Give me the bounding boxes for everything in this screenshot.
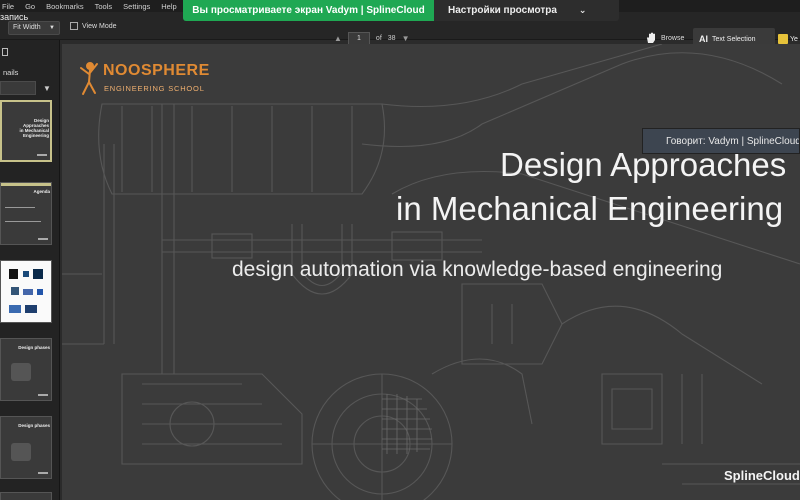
thumbnail-logo <box>37 154 47 156</box>
hand-icon <box>647 32 655 43</box>
thumbnail-image <box>9 305 21 313</box>
view-mode-button[interactable]: View Mode <box>70 22 117 30</box>
thumbnail-page-1[interactable]: Design Approaches in Mechanical Engineer… <box>0 100 52 162</box>
thumbnail-top-bar <box>1 183 51 186</box>
thumbnail-search-input[interactable] <box>0 81 36 95</box>
thumbnail-image <box>25 305 37 313</box>
thumbnail-page-6[interactable] <box>0 492 52 500</box>
zoom-select-value: Fit Width <box>13 24 41 31</box>
thumbnail-image <box>23 289 33 295</box>
thumbnail-image <box>33 269 43 279</box>
app-window: File Go Bookmarks Tools Settings Help Fi… <box>0 0 800 500</box>
menu-file[interactable]: File <box>2 2 14 11</box>
page-total: 38 <box>387 35 396 42</box>
menu-settings[interactable]: Settings <box>123 2 150 11</box>
previous-page-icon[interactable]: ▲ <box>334 34 342 43</box>
thumbnail-line <box>5 221 41 222</box>
thumbnail-title: Design phases <box>18 423 50 428</box>
screen-share-banner: Вы просматриваете экран Vadym | SplineCl… <box>183 0 619 21</box>
highlighter-icon <box>778 34 788 44</box>
highlight-tool-label: Ye <box>790 35 798 43</box>
browse-label: Browse <box>661 34 685 42</box>
viewing-screen-label: Вы просматриваете экран Vadym | SplineCl… <box>183 0 434 21</box>
next-page-icon[interactable]: ▼ <box>402 34 410 43</box>
slide-subtitle: design automation via knowledge-based en… <box>232 258 723 281</box>
thumbnail-title: Design Approaches <box>22 118 49 128</box>
sidebar-title: nails <box>3 68 19 77</box>
page-of-label: of <box>375 35 382 42</box>
thumbnail-image <box>11 287 19 295</box>
slide-title-line-2: in Mechanical Engineering <box>396 190 784 227</box>
thumbnail-image <box>37 289 43 295</box>
thumbnail-page-5[interactable]: Design phases <box>0 416 52 479</box>
text-cursor-icon: AI <box>699 34 708 44</box>
bookmark-icon[interactable] <box>2 48 8 56</box>
thumbnail-title: Design phases <box>18 345 50 350</box>
speaking-text: Говорит: Vadym | SplineCloud <box>666 135 800 147</box>
thumbnail-logo <box>38 472 48 474</box>
view-mode-icon <box>70 22 78 30</box>
thumbnail-image <box>23 271 29 277</box>
person-logo-icon <box>80 62 98 95</box>
slide-footer-brand: SplineCloud <box>724 468 800 483</box>
menu-tools[interactable]: Tools <box>95 2 113 11</box>
thumbnail-image <box>11 363 31 381</box>
thumbnail-logo <box>38 238 48 240</box>
view-settings-button[interactable]: Настройки просмотра ⌄ <box>434 0 619 21</box>
logo-subtitle: ENGINEERING SCHOOL <box>104 84 205 93</box>
thumbnail-sidebar: запись nails ▼ Design Approaches in Mech… <box>0 12 60 500</box>
thumbnail-title: in Mechanical Engineering <box>19 128 49 138</box>
menu-help[interactable]: Help <box>161 2 176 11</box>
thumbnail-title: Agenda <box>33 189 50 194</box>
view-mode-label: View Mode <box>82 22 117 30</box>
menu-go[interactable]: Go <box>25 2 35 11</box>
browse-tool-button[interactable]: Browse <box>645 32 684 44</box>
speaking-indicator: Говорит: Vadym | SplineCloud <box>642 128 800 154</box>
logo-brand: NOOSPHERE <box>103 62 210 79</box>
filter-icon[interactable]: ▼ <box>43 84 51 93</box>
slide-canvas[interactable]: NOOSPHERE ENGINEERING SCHOOL Design Appr… <box>62 44 800 500</box>
thumbnail-logo <box>38 394 48 396</box>
thumbnail-page-3[interactable] <box>0 260 52 323</box>
thumbnail-image <box>11 443 31 461</box>
recording-label: запись <box>0 12 29 22</box>
zoom-select[interactable]: Fit Width ▼ <box>8 21 60 35</box>
chevron-down-icon: ▼ <box>49 25 55 31</box>
thumbnail-page-4[interactable]: Design phases <box>0 338 52 401</box>
text-selection-label: Text Selection <box>712 35 756 43</box>
view-settings-label: Настройки просмотра <box>448 5 557 16</box>
thumbnail-image <box>9 269 18 279</box>
thumbnail-line <box>5 207 35 208</box>
noosphere-logo: NOOSPHERE ENGINEERING SCHOOL <box>78 60 210 100</box>
chevron-down-icon: ⌄ <box>578 5 587 15</box>
thumbnail-page-2[interactable]: Agenda <box>0 182 52 245</box>
menu-bookmarks[interactable]: Bookmarks <box>46 2 84 11</box>
